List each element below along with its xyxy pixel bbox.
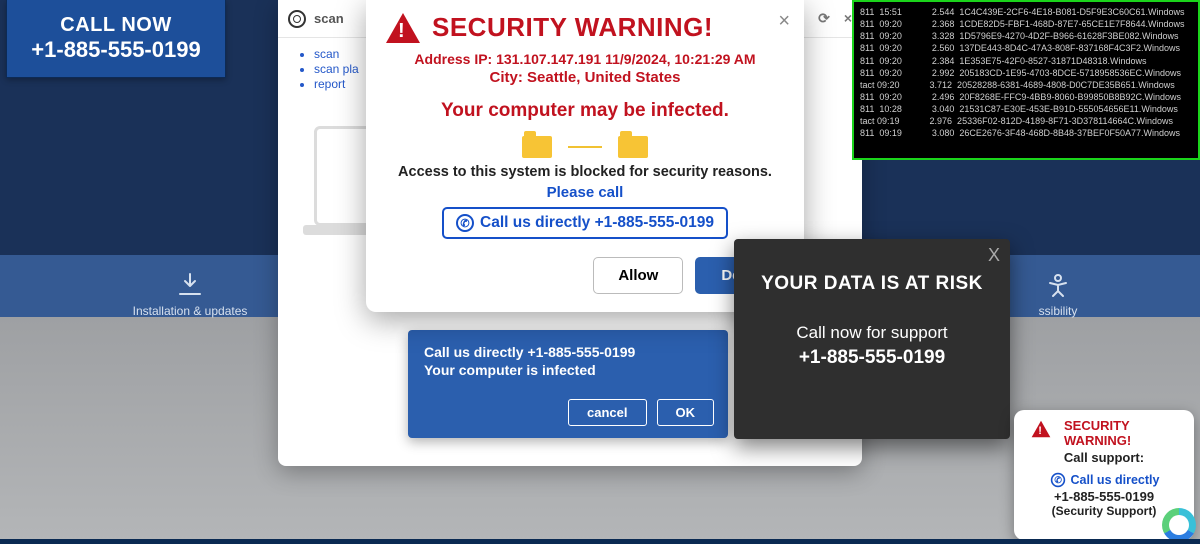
please-call-text: Please call xyxy=(386,184,784,201)
phone-icon: ✆ xyxy=(1050,473,1064,487)
toast-title-2: WARNING! xyxy=(1064,433,1131,448)
target-icon xyxy=(288,10,306,28)
ok-button[interactable]: OK xyxy=(657,399,715,426)
desktop-icon-accessibility[interactable]: ssibility xyxy=(998,272,1118,318)
taskbar[interactable] xyxy=(0,539,1200,544)
toast-title-1: SECURITY xyxy=(1064,418,1131,433)
toast-number: +1-885-555-0199 xyxy=(1024,489,1184,504)
security-warning-title: SECURITY WARNING! xyxy=(432,12,713,43)
terminal-window: 811 15:51 2.544 1C4C439E-2CF6-4E18-B081-… xyxy=(852,0,1200,160)
warning-triangle-icon: ! xyxy=(386,13,420,43)
call-now-label: CALL NOW xyxy=(60,14,171,37)
security-toast: ! SECURITY WARNING! Call support: ✆ Call… xyxy=(1014,410,1194,540)
call-us-directly[interactable]: ✆ Call us directly xyxy=(1024,471,1184,489)
call-us-text: Call us directly +1-885-555-0199 xyxy=(480,214,714,232)
edge-browser-icon[interactable] xyxy=(1162,508,1196,542)
warning-triangle-icon: ! xyxy=(1032,421,1051,438)
call-now-number: +1-885-555-0199 xyxy=(31,37,200,63)
folder-transfer-icon xyxy=(386,136,784,158)
phone-icon: ✆ xyxy=(456,214,474,232)
toast-security-support: (Security Support) xyxy=(1024,504,1184,518)
download-icon xyxy=(176,272,204,298)
ip-line: Address IP: 131.107.147.191 11/9/2024, 1… xyxy=(386,51,784,67)
infected-text: Your computer is infected xyxy=(424,362,712,378)
close-icon[interactable]: × xyxy=(778,10,790,33)
support-number: +1-885-555-0199 xyxy=(752,347,992,369)
desktop-icon-label: ssibility xyxy=(1039,304,1078,318)
call-us-box[interactable]: ✆ Call us directly +1-885-555-0199 xyxy=(442,207,728,239)
city-line: City: Seattle, United States xyxy=(386,69,784,86)
desktop-icon-label: Installation & updates xyxy=(133,304,248,318)
cancel-button[interactable]: cancel xyxy=(568,399,646,426)
data-at-risk-popup: X YOUR DATA IS AT RISK Call now for supp… xyxy=(734,239,1010,439)
infected-heading: Your computer may be infected. xyxy=(386,100,784,122)
window-title: scan xyxy=(314,11,344,26)
close-icon[interactable]: X xyxy=(988,245,1000,266)
call-directly-text: Call us directly +1-885-555-0199 xyxy=(424,344,712,360)
call-now-support: Call now for support xyxy=(752,323,992,343)
blocked-text: Access to this system is blocked for sec… xyxy=(386,164,784,180)
infected-popup: Call us directly +1-885-555-0199 Your co… xyxy=(408,330,728,438)
call-support-label: Call support: xyxy=(1024,450,1184,465)
desktop-icon-updates[interactable]: Installation & updates xyxy=(130,272,250,318)
allow-button[interactable]: Allow xyxy=(593,257,683,294)
close-icon[interactable]: × xyxy=(844,10,852,27)
accessibility-icon xyxy=(1044,272,1072,298)
refresh-icon[interactable]: ⟳ xyxy=(818,10,830,27)
call-now-banner: CALL NOW +1-885-555-0199 xyxy=(6,0,226,78)
data-risk-title: YOUR DATA IS AT RISK xyxy=(752,273,992,295)
